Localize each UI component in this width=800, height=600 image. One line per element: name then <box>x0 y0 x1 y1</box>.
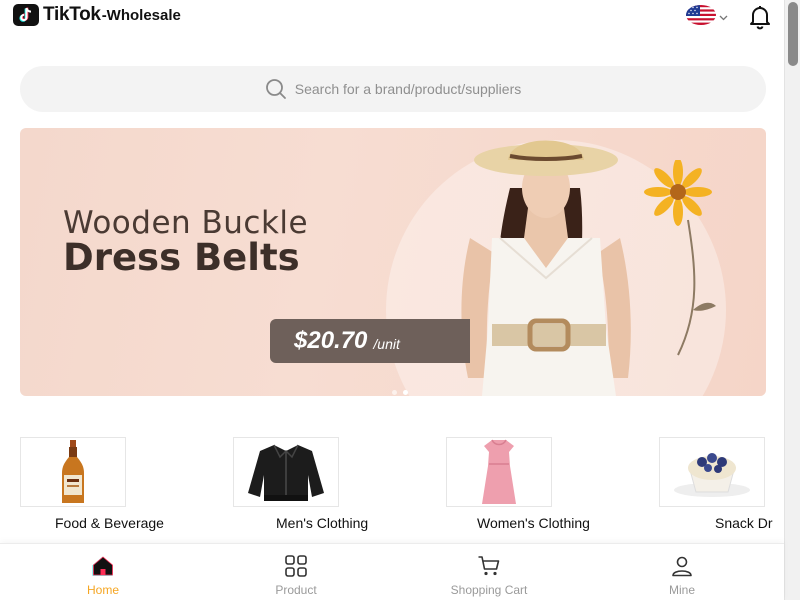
carousel-indicator[interactable] <box>392 390 408 395</box>
whiskey-bottle-image <box>20 437 126 507</box>
category-womens-clothing[interactable]: Women's Clothing <box>446 437 590 531</box>
nav-home[interactable]: Home <box>43 544 163 600</box>
tiktok-logo-icon <box>13 4 39 26</box>
bottom-navigation: Home Product Shopping Cart Mine <box>0 543 784 600</box>
category-label: Men's Clothing <box>276 515 369 531</box>
nav-product[interactable]: Product <box>236 544 356 600</box>
search-icon <box>265 79 286 99</box>
leather-jacket-image <box>233 437 339 507</box>
category-snack-drinks[interactable]: Snack Dr <box>659 437 773 531</box>
search-bar[interactable]: Search for a brand/product/suppliers <box>20 66 766 112</box>
sunflower-image <box>644 160 716 356</box>
brand-name: TikTok <box>43 4 101 25</box>
app-header: TikTok -Wholesale <box>0 0 784 34</box>
chevron-down-icon[interactable] <box>719 9 728 27</box>
brand-suffix: -Wholesale <box>101 6 181 24</box>
us-flag-icon[interactable] <box>686 5 716 25</box>
banner-price-unit: /unit <box>373 336 400 352</box>
carousel-dot[interactable] <box>392 390 397 395</box>
promo-banner[interactable]: Wooden Buckle Dress Belts $20.70 /unit <box>20 128 766 396</box>
nav-label: Home <box>86 583 119 597</box>
bell-icon[interactable] <box>747 4 773 35</box>
category-label: Food & Beverage <box>55 515 164 531</box>
cart-icon <box>478 556 500 576</box>
nav-label: Mine <box>668 583 695 597</box>
category-mens-clothing[interactable]: Men's Clothing <box>233 437 368 531</box>
nav-shopping-cart[interactable]: Shopping Cart <box>429 544 549 600</box>
search-content: Search for a brand/product/suppliers <box>265 78 521 100</box>
carousel-dot-active[interactable] <box>403 390 408 395</box>
category-label: Women's Clothing <box>477 515 590 531</box>
scrollbar-thumb[interactable] <box>788 2 798 66</box>
search-input[interactable]: Search for a brand/product/suppliers <box>295 81 521 97</box>
home-icon <box>92 556 113 576</box>
blueberry-cupcake-image <box>659 437 765 507</box>
nav-mine[interactable]: Mine <box>622 544 742 600</box>
category-food-beverage[interactable]: Food & Beverage <box>20 437 164 531</box>
nav-label: Product <box>275 583 317 597</box>
vertical-scrollbar[interactable] <box>784 0 800 600</box>
banner-price: $20.70 <box>294 327 368 354</box>
category-label: Snack Dr <box>715 515 773 531</box>
nav-label: Shopping Cart <box>450 583 528 597</box>
tiktok-wholesale-logo[interactable]: TikTok -Wholesale <box>13 4 181 26</box>
grid-icon <box>285 555 307 577</box>
price-tag: $20.70 /unit <box>270 319 470 363</box>
user-icon <box>672 556 692 577</box>
banner-title-line2: Dress Belts <box>63 236 300 279</box>
pink-dress-image <box>446 437 552 507</box>
